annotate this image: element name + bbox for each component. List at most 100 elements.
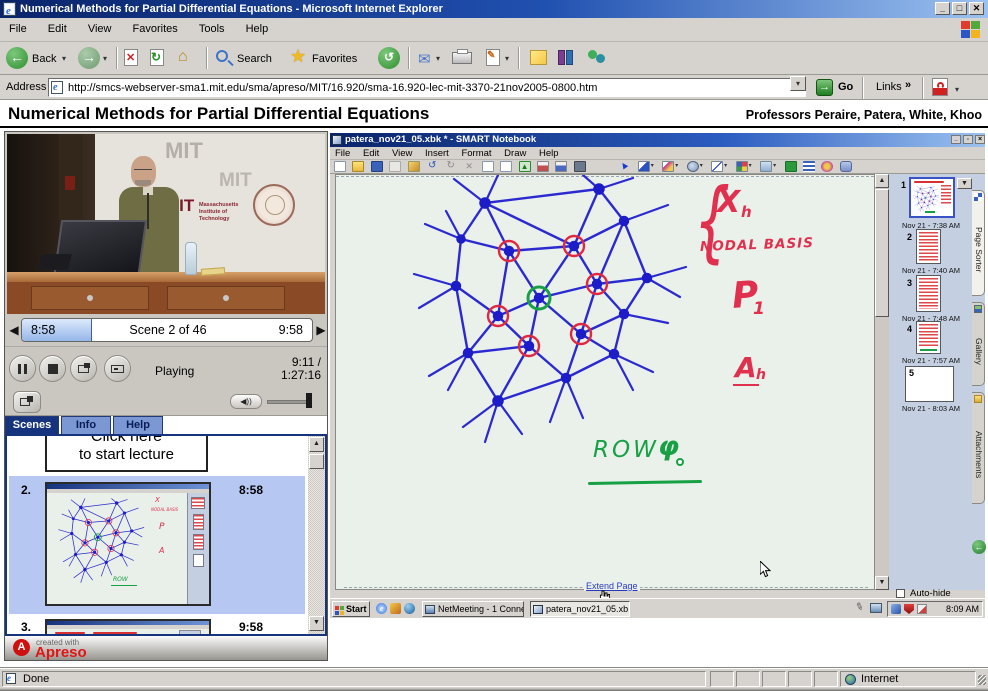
nb-shapes-dropdown-icon[interactable] (749, 160, 755, 172)
quicklaunch-outlook-icon[interactable] (390, 603, 401, 614)
volume-track[interactable] (267, 400, 309, 404)
quicklaunch-media-icon[interactable] (404, 603, 415, 614)
scroll-up-icon[interactable]: ▲ (309, 437, 324, 452)
pause-button[interactable] (9, 355, 36, 382)
layout-toggle-button[interactable] (104, 355, 131, 382)
canvas-scroll-down-icon[interactable]: ▼ (875, 576, 889, 590)
notes-icon[interactable] (530, 50, 547, 65)
extend-page-link[interactable]: Extend Page (584, 581, 640, 591)
home-icon[interactable]: ⌂ (178, 48, 188, 66)
links-chevron[interactable]: » (905, 79, 911, 91)
history-icon[interactable]: ↺ (378, 47, 400, 69)
nb-open-icon[interactable] (352, 161, 364, 172)
nb-redo-icon[interactable]: ↻ (445, 161, 457, 172)
whiteboard-canvas[interactable]: { X h NODAL BASIS P 1 A h ROW φ Extend P… (335, 174, 875, 590)
acrobat-icon[interactable] (932, 78, 948, 96)
page4-thumbnail[interactable] (916, 321, 941, 354)
scroll-down-icon[interactable]: ▼ (309, 616, 324, 631)
back-icon[interactable]: ← (6, 47, 28, 69)
nb-menu-edit[interactable]: Edit (358, 147, 384, 160)
video-frame[interactable]: MIT MIT MIT Massachusetts Institute of T… (7, 134, 325, 314)
scene-item-2[interactable]: 2. X NODAL BASIS P A ROW (9, 476, 305, 614)
nb-undo-icon[interactable]: ↺ (426, 161, 438, 172)
nb-minimize-button[interactable]: _ (951, 135, 961, 144)
print-icon[interactable] (452, 52, 472, 64)
search-button[interactable]: Search (237, 53, 272, 65)
nb-color-icon[interactable] (821, 161, 833, 172)
resize-grip[interactable] (978, 675, 986, 685)
stop-icon[interactable]: ✕ (124, 49, 138, 66)
page2-thumbnail[interactable] (916, 229, 941, 264)
nb-dual-screen-icon[interactable] (555, 161, 567, 172)
address-dropdown-icon[interactable] (790, 76, 806, 91)
scene-item-1[interactable]: Click here to start lecture (45, 434, 208, 472)
nb-pen-icon[interactable] (638, 161, 650, 172)
nb-insert-page-icon[interactable] (482, 161, 494, 172)
tab-attachments[interactable]: Attachments (972, 392, 985, 504)
tab-help[interactable]: Help (113, 416, 163, 434)
acrobat-dropdown-icon[interactable] (955, 83, 959, 95)
page5-thumbnail[interactable]: 5 (905, 366, 954, 402)
research-icon[interactable] (558, 50, 565, 65)
forward-icon[interactable]: → (78, 47, 100, 69)
tray-pen-icon[interactable]: ✎ (853, 601, 865, 614)
address-input[interactable]: e http://smcs-webserver-sma1.mit.edu/sma… (48, 78, 806, 97)
collapse-panel-icon[interactable]: ← (972, 540, 986, 554)
close-button[interactable] (969, 2, 984, 15)
apreso-brand[interactable]: Apreso (35, 644, 87, 661)
nb-magic-icon[interactable] (408, 161, 420, 172)
nb-order-icon[interactable] (803, 161, 815, 172)
nb-creative-pen-icon[interactable] (662, 161, 674, 172)
tray-icon-1[interactable] (891, 604, 901, 614)
scene2-thumbnail[interactable]: X NODAL BASIS P A ROW (45, 482, 211, 606)
nb-insert-page2-icon[interactable] (500, 161, 512, 172)
favorites-button[interactable]: Favorites (312, 53, 357, 65)
nb-menu-format[interactable]: Format (456, 147, 496, 160)
edit-icon[interactable]: ✎ (486, 49, 500, 66)
nb-menu-draw[interactable]: Draw (499, 147, 531, 160)
tab-page-sorter[interactable]: Page Sorter (972, 190, 985, 296)
edit-dropdown-icon[interactable] (505, 52, 509, 64)
tab-scenes[interactable]: Scenes (5, 416, 59, 434)
mail-dropdown-icon[interactable] (436, 52, 440, 64)
search-icon[interactable] (216, 50, 228, 62)
menu-view[interactable]: View (79, 18, 121, 40)
nb-shapes-icon[interactable] (736, 161, 748, 172)
tray-display-icon[interactable] (870, 603, 882, 613)
nb-group-icon[interactable] (785, 161, 797, 172)
tab-info[interactable]: Info (61, 416, 111, 434)
nb-show-screen-icon[interactable] (537, 161, 549, 172)
volume-handle[interactable] (306, 393, 312, 408)
go-button[interactable]: Go (838, 81, 853, 93)
popout-button[interactable] (13, 391, 41, 413)
nb-picture-icon[interactable] (760, 161, 772, 172)
forward-dropdown-icon[interactable] (103, 52, 107, 64)
nb-creative-pen-dropdown-icon[interactable] (675, 160, 681, 172)
menu-edit[interactable]: Edit (39, 18, 76, 40)
back-dropdown-icon[interactable] (62, 52, 66, 64)
nb-delete-icon[interactable]: ✕ (463, 161, 475, 172)
back-button[interactable]: Back (32, 53, 56, 65)
scene3-thumbnail[interactable] (45, 619, 211, 636)
canvas-scroll-thumb[interactable] (875, 189, 889, 317)
autohide-checkbox[interactable] (896, 589, 905, 598)
menu-tools[interactable]: Tools (190, 18, 234, 40)
scene-list-scrollbar[interactable]: ▲ ▼ (308, 436, 325, 634)
nb-pen-dropdown-icon[interactable] (651, 160, 657, 172)
next-scene-icon[interactable] (315, 321, 327, 339)
scene-progress-bar[interactable]: 8:58 Scene 2 of 46 9:58 (21, 318, 313, 342)
go-icon[interactable]: → (816, 79, 833, 96)
nb-menu-help[interactable]: Help (534, 147, 564, 160)
canvas-scrollbar[interactable]: ▲ ▼ (875, 174, 889, 590)
nb-camera-icon[interactable] (574, 161, 586, 172)
volume-icon[interactable] (230, 394, 262, 409)
quicklaunch-ie-icon[interactable]: e (376, 603, 387, 614)
nb-new-icon[interactable] (334, 161, 346, 172)
notebook-task-button[interactable]: patera_nov21_05.xb... (530, 601, 630, 617)
menu-favorites[interactable]: Favorites (124, 18, 187, 40)
nb-select-cursor-icon[interactable]: ▲ (617, 159, 633, 175)
prev-scene-icon[interactable] (8, 321, 20, 339)
stop-button[interactable] (39, 355, 66, 382)
nb-restore-button[interactable]: ▫ (963, 135, 973, 144)
page1-dropdown-icon[interactable]: ▼ (957, 178, 972, 189)
